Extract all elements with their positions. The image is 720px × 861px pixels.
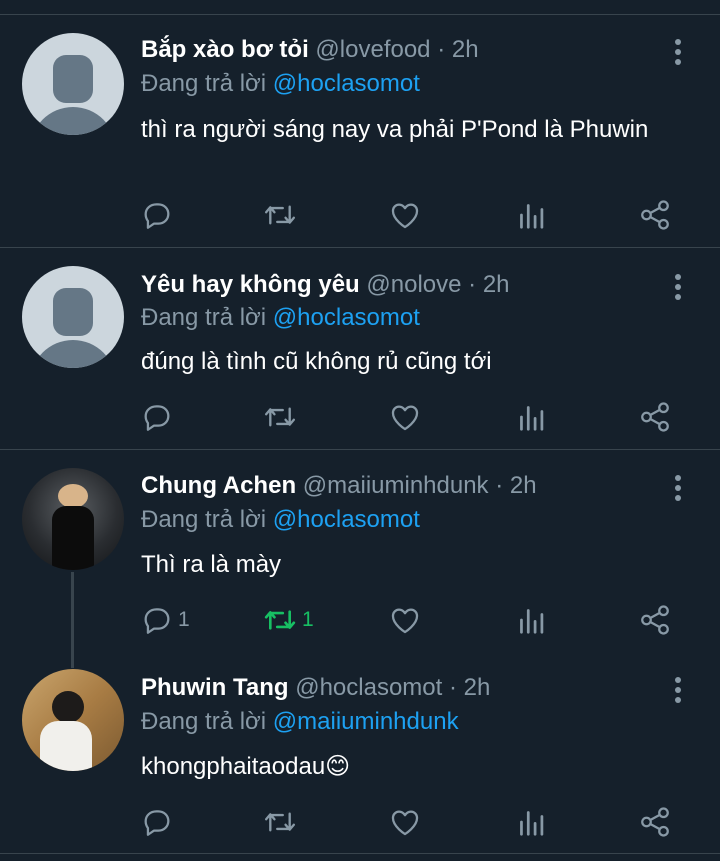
analytics-button[interactable] [516, 195, 546, 235]
reply-context: Đang trả lời @hoclasomot [141, 303, 420, 333]
share-icon [641, 200, 669, 230]
reply-context: Đang trả lời @maiiuminhdunk [141, 707, 459, 737]
display-name[interactable]: Bắp xào bơ tỏi [141, 36, 309, 63]
tweet[interactable]: Yêu hay không yêu @nolove · 2h Đang trả … [0, 248, 720, 448]
analytics-icon [520, 204, 544, 229]
retweet-button[interactable]: 1 [262, 600, 314, 640]
tweet-text: khongphaitaodau😊 [141, 753, 351, 780]
reply-icon [144, 203, 170, 229]
reply-prefix: Đang trả lời [141, 304, 267, 331]
action-bar [0, 802, 720, 842]
analytics-button[interactable] [516, 397, 546, 437]
analytics-icon [520, 609, 544, 634]
reply-button[interactable] [140, 397, 178, 437]
display-name[interactable]: Yêu hay không yêu [141, 271, 360, 298]
more-icon[interactable] [664, 473, 692, 503]
share-button[interactable] [638, 802, 672, 842]
share-icon [641, 402, 669, 432]
timestamp: · 2h [448, 674, 491, 701]
reply-prefix: Đang trả lời [141, 506, 267, 533]
reply-mention[interactable]: @hoclasomot [273, 70, 420, 97]
timestamp: · 2h [495, 472, 537, 499]
display-name[interactable]: Phuwin Tang [141, 674, 289, 701]
tweet[interactable]: Phuwin Tang @hoclasomot · 2h Đang trả lờ… [0, 652, 720, 852]
reply-prefix: Đang trả lời [141, 70, 267, 97]
reply-count: 1 [178, 608, 190, 631]
tweet-header: Chung Achen @maiiuminhdunk · 2h [141, 471, 537, 501]
display-name[interactable]: Chung Achen [141, 472, 296, 499]
timestamp: · 2h [468, 271, 510, 298]
reply-icon [144, 405, 170, 431]
reply-mention[interactable]: @hoclasomot [273, 506, 420, 533]
divider [0, 853, 720, 854]
reply-icon [144, 810, 170, 836]
analytics-icon [520, 406, 544, 431]
share-button[interactable] [638, 600, 672, 640]
retweet-icon [264, 610, 296, 630]
tweet-text: đúng là tình cũ không rủ cũng tới [141, 348, 492, 375]
retweet-button[interactable] [262, 397, 302, 437]
reply-icon [144, 608, 170, 634]
retweet-icon [264, 812, 296, 832]
tweet-header: Bắp xào bơ tỏi @lovefood · 2h [141, 35, 479, 65]
reply-button[interactable] [140, 195, 178, 235]
analytics-button[interactable] [516, 802, 546, 842]
like-button[interactable] [388, 802, 422, 842]
username[interactable]: @maiiuminhdunk [303, 472, 489, 499]
tweet[interactable]: Chung Achen @maiiuminhdunk · 2h Đang trả… [0, 450, 720, 656]
tweet-feed: Bắp xào bơ tỏi @lovefood · 2h Đang trả l… [0, 0, 720, 861]
retweet-icon [264, 407, 296, 427]
share-button[interactable] [638, 397, 672, 437]
reply-context: Đang trả lời @hoclasomot [141, 505, 420, 535]
username[interactable]: @nolove [366, 271, 461, 298]
reply-mention[interactable]: @hoclasomot [273, 304, 420, 331]
like-icon [391, 810, 419, 836]
like-button[interactable] [388, 397, 422, 437]
retweet-icon [264, 205, 296, 225]
like-icon [391, 608, 419, 634]
username[interactable]: @hoclasomot [295, 674, 442, 701]
like-icon [391, 203, 419, 229]
tweet-header: Yêu hay không yêu @nolove · 2h [141, 270, 510, 300]
username[interactable]: @lovefood [315, 36, 430, 63]
tweet[interactable]: Bắp xào bơ tỏi @lovefood · 2h Đang trả l… [0, 15, 720, 247]
like-button[interactable] [388, 600, 422, 640]
retweet-button[interactable] [262, 802, 302, 842]
share-button[interactable] [638, 195, 672, 235]
analytics-button[interactable] [516, 600, 546, 640]
retweet-button[interactable] [262, 195, 302, 235]
more-icon[interactable] [664, 675, 692, 705]
tweet-header: Phuwin Tang @hoclasomot · 2h [141, 673, 490, 703]
timestamp: · 2h [437, 36, 479, 63]
share-icon [641, 605, 669, 635]
reply-context: Đang trả lời @hoclasomot [141, 69, 420, 99]
reply-button[interactable] [140, 802, 178, 842]
analytics-icon [520, 811, 544, 836]
avatar[interactable] [22, 266, 124, 368]
more-icon[interactable] [664, 272, 692, 302]
action-bar [0, 195, 720, 235]
avatar[interactable] [22, 468, 124, 570]
tweet-text: Thì ra là mày [141, 551, 282, 578]
like-icon [391, 405, 419, 431]
avatar[interactable] [22, 33, 124, 135]
more-icon[interactable] [664, 37, 692, 67]
like-button[interactable] [388, 195, 422, 235]
reply-prefix: Đang trả lời [141, 708, 267, 735]
share-icon [641, 807, 669, 837]
tweet-text: thì ra người sáng nay va phải P'Pond là … [141, 116, 649, 143]
retweet-count: 1 [302, 608, 314, 631]
avatar[interactable] [22, 669, 124, 771]
reply-button[interactable]: 1 [140, 600, 190, 640]
action-bar [0, 397, 720, 437]
action-bar: 1 1 [0, 600, 720, 640]
reply-mention[interactable]: @maiiuminhdunk [273, 708, 459, 735]
